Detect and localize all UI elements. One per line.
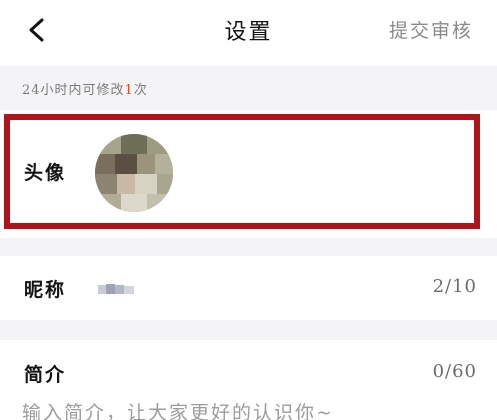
bio-label: 简介	[24, 364, 67, 386]
section-divider	[0, 238, 497, 256]
nickname-label: 昵称	[24, 279, 67, 301]
notice-count: 1	[124, 83, 134, 98]
avatar-row[interactable]	[0, 110, 497, 238]
submit-review-button[interactable]: 提交审核	[389, 16, 473, 43]
nickname-row[interactable]	[0, 256, 497, 320]
nickname-value-blurred	[98, 281, 136, 294]
notice-suffix: 次	[133, 83, 148, 98]
section-divider	[0, 320, 497, 340]
avatar-label: 头像	[24, 162, 67, 184]
edit-limit-notice: 24小时内可修改1次	[0, 66, 497, 110]
bio-input[interactable]	[22, 398, 482, 420]
avatar-image	[95, 134, 173, 212]
header-bar: 设置 提交审核	[0, 0, 497, 62]
blurred-text-image	[98, 284, 134, 294]
notice-prefix: 24小时内可修改	[22, 83, 125, 98]
avatar[interactable]	[95, 134, 173, 212]
notice-text: 24小时内可修改1次	[22, 79, 148, 98]
settings-page: 设置 提交审核 24小时内可修改1次 头像 昵称 2/10 简介 0/60 输入…	[0, 0, 497, 420]
nickname-counter: 2/10	[432, 276, 477, 297]
bio-counter: 0/60	[432, 361, 477, 382]
